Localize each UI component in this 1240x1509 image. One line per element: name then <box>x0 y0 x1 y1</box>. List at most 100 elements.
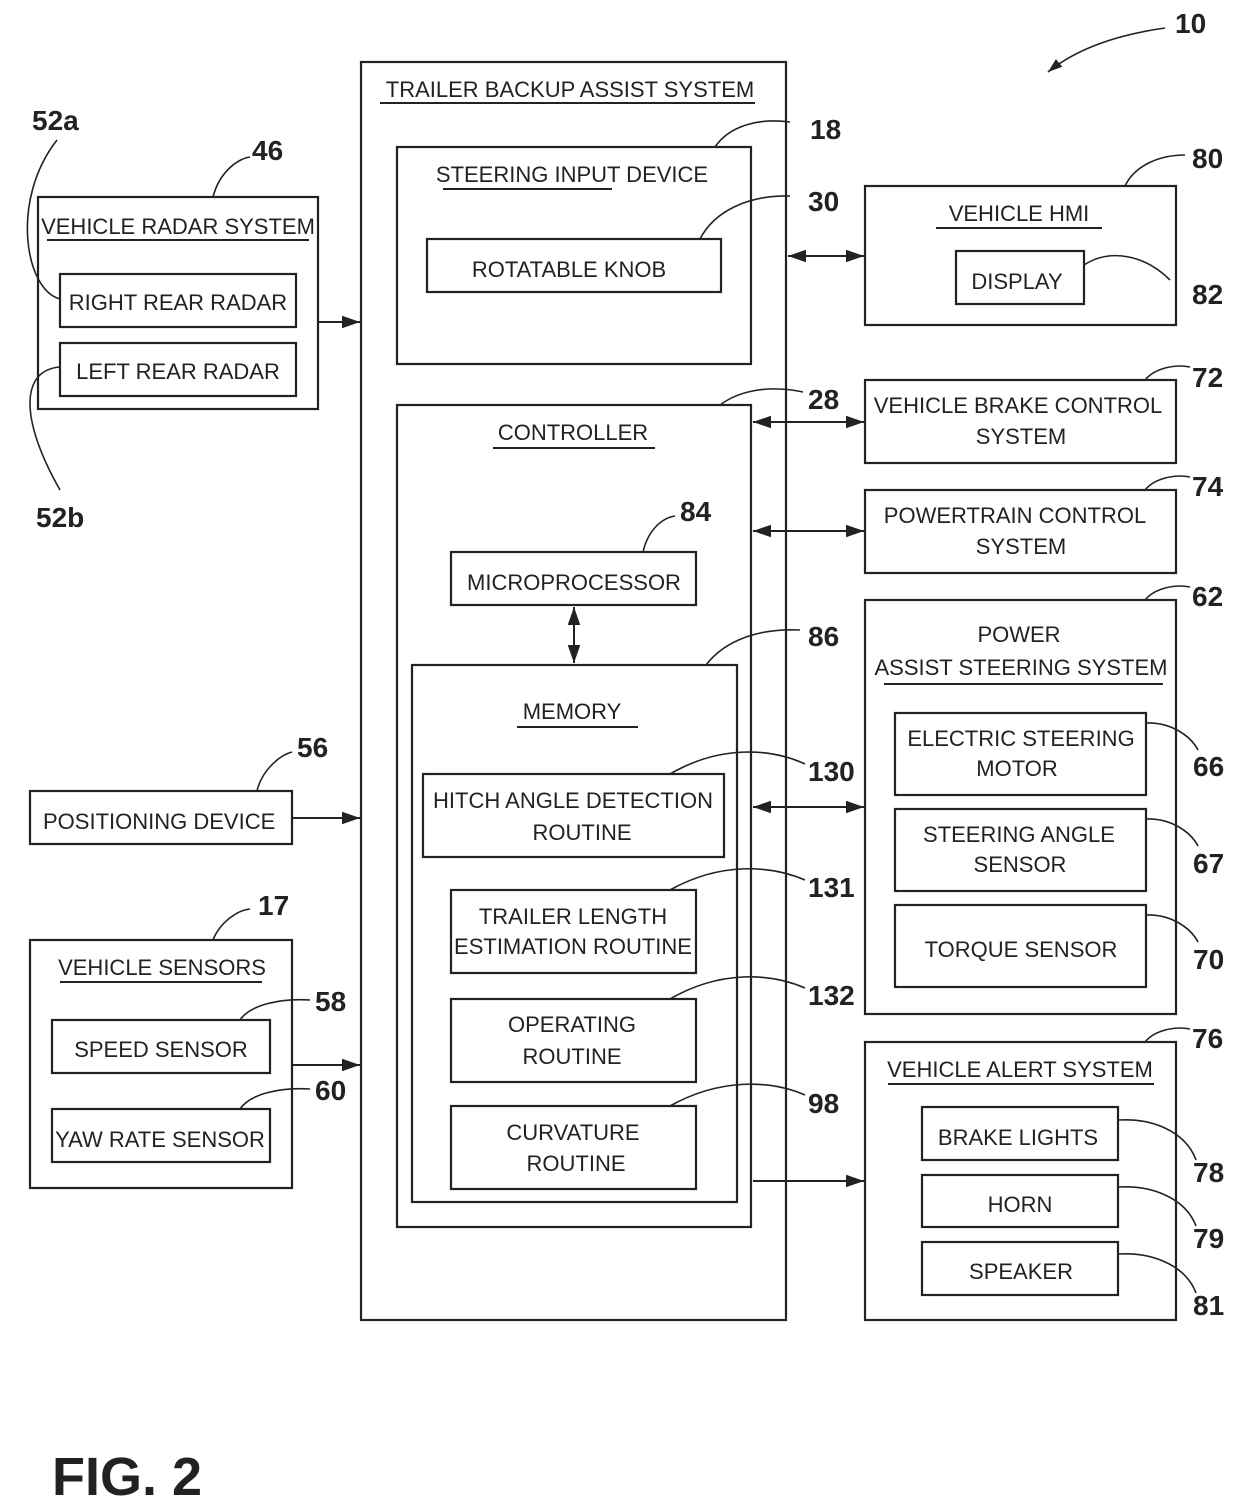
micro-ref: 84 <box>680 496 712 527</box>
angle-leader <box>1145 818 1199 847</box>
controller-leader <box>719 388 804 406</box>
motor-line1: ELECTRIC STEERING <box>907 726 1134 751</box>
torque-leader <box>1145 914 1199 943</box>
controller-box <box>395 403 753 1229</box>
speaker-label: SPEAKER <box>969 1259 1073 1284</box>
vehicle-sensors-title: VEHICLE SENSORS <box>58 955 266 980</box>
left-radar-leader <box>29 366 61 491</box>
brake-leader <box>1144 365 1191 381</box>
operating-line2: ROUTINE <box>523 1044 622 1069</box>
curvature-ref: 98 <box>808 1088 839 1119</box>
system-reference: 10 <box>1047 8 1206 73</box>
alert-title: VEHICLE ALERT SYSTEM <box>887 1057 1153 1082</box>
hmi-leader <box>1124 154 1186 187</box>
powertrain-leader <box>1144 475 1191 491</box>
brake-control-block: VEHICLE BRAKE CONTROL SYSTEM 72 <box>863 362 1223 465</box>
horn-ref: 79 <box>1193 1223 1224 1254</box>
brake-line1: VEHICLE BRAKE CONTROL <box>874 393 1163 418</box>
hitch-line2: ROUTINE <box>533 820 632 845</box>
knob-ref: 30 <box>808 186 839 217</box>
micro-leader <box>642 515 676 553</box>
powertrain-line1: POWERTRAIN CONTROL <box>884 503 1146 528</box>
power-assist-steering-block: POWER ASSIST STEERING SYSTEM 62 ELECTRIC… <box>863 581 1224 1016</box>
yaw-ref: 60 <box>315 1075 346 1106</box>
positioning-leader <box>256 751 293 792</box>
torque-ref: 70 <box>1193 944 1224 975</box>
powertrain-line2: SYSTEM <box>976 534 1066 559</box>
steering-input-leader <box>714 120 791 148</box>
vehicle-hmi-block: VEHICLE HMI 80 DISPLAY 82 <box>863 143 1223 327</box>
lights-ref: 78 <box>1193 1157 1224 1188</box>
speed-ref: 58 <box>315 986 346 1017</box>
angle-line2: SENSOR <box>974 852 1067 877</box>
right-radar-ref: 52a <box>32 105 79 136</box>
steering-leader <box>1144 585 1191 601</box>
knob-leader <box>699 195 791 240</box>
curvature-line2: ROUTINE <box>527 1151 626 1176</box>
hitch-line1: HITCH ANGLE DETECTION <box>433 788 713 813</box>
yaw-leader <box>239 1087 311 1110</box>
alert-ref: 76 <box>1192 1023 1223 1054</box>
positioning-ref: 56 <box>297 732 328 763</box>
speed-leader <box>239 998 311 1021</box>
steering-line1: POWER <box>977 622 1060 647</box>
vehicle-alert-system-block: VEHICLE ALERT SYSTEM 76 BRAKE LIGHTS 78 … <box>863 1023 1224 1322</box>
sensors-ref: 17 <box>258 890 289 921</box>
motor-leader <box>1145 722 1199 751</box>
operating-ref: 132 <box>808 980 855 1011</box>
speaker-leader <box>1117 1253 1197 1294</box>
hitch-ref: 130 <box>808 756 855 787</box>
positioning-device-block: POSITIONING DEVICE 56 <box>28 732 360 846</box>
system-arrow-icon <box>1047 27 1166 73</box>
trailer-line1: TRAILER LENGTH <box>479 904 667 929</box>
display-leader <box>1083 254 1171 281</box>
system-ref-number: 10 <box>1175 8 1206 39</box>
trailer-backup-assist-block: TRAILER BACKUP ASSIST SYSTEM STEERING IN… <box>359 60 855 1322</box>
controller-title: CONTROLLER <box>498 420 648 445</box>
hmi-ref: 80 <box>1192 143 1223 174</box>
brake-lights-label: BRAKE LIGHTS <box>938 1125 1098 1150</box>
horn-leader <box>1117 1186 1197 1227</box>
radar-system-title: VEHICLE RADAR SYSTEM <box>41 214 315 239</box>
block-diagram: 10 VEHICLE RADAR SYSTEM 46 RIGHT REAR RA… <box>26 8 1224 1507</box>
angle-ref: 67 <box>1193 848 1224 879</box>
right-rear-radar-label: RIGHT REAR RADAR <box>69 290 287 315</box>
angle-line1: STEERING ANGLE <box>923 822 1115 847</box>
display-ref: 82 <box>1192 279 1223 310</box>
powertrain-control-block: POWERTRAIN CONTROL SYSTEM 74 <box>863 471 1224 575</box>
radar-ref: 46 <box>252 135 283 166</box>
sensors-leader <box>212 908 251 941</box>
steering-input-ref: 18 <box>810 114 841 145</box>
radar-leader <box>212 156 251 198</box>
trailer-ref: 131 <box>808 872 855 903</box>
trailer-length-routine-box <box>449 888 698 975</box>
rotatable-knob-label: ROTATABLE KNOB <box>472 257 666 282</box>
steering-ref: 62 <box>1192 581 1223 612</box>
speed-sensor-label: SPEED SENSOR <box>74 1037 248 1062</box>
memory-ref: 86 <box>808 621 839 652</box>
torque-label: TORQUE SENSOR <box>925 937 1118 962</box>
controller-ref: 28 <box>808 384 839 415</box>
microprocessor-label: MICROPROCESSOR <box>467 570 681 595</box>
brake-line2: SYSTEM <box>976 424 1066 449</box>
yaw-rate-sensor-label: YAW RATE SENSOR <box>55 1127 265 1152</box>
alert-leader <box>1144 1027 1191 1043</box>
memory-title: MEMORY <box>523 699 622 724</box>
steering-line2: ASSIST STEERING SYSTEM <box>875 655 1168 680</box>
figure-caption: FIG. 2 <box>52 1447 202 1507</box>
operating-line1: OPERATING <box>508 1012 636 1037</box>
speaker-ref: 81 <box>1193 1290 1224 1321</box>
brake-ref: 72 <box>1192 362 1223 393</box>
powertrain-ref: 74 <box>1192 471 1224 502</box>
display-label: DISPLAY <box>971 269 1063 294</box>
left-rear-radar-label: LEFT REAR RADAR <box>76 359 280 384</box>
tba-title: TRAILER BACKUP ASSIST SYSTEM <box>386 77 754 102</box>
left-radar-ref: 52b <box>36 502 84 533</box>
motor-line2: MOTOR <box>976 756 1057 781</box>
vehicle-radar-system-block: VEHICLE RADAR SYSTEM 46 RIGHT REAR RADAR… <box>26 105 360 533</box>
lights-leader <box>1117 1119 1197 1161</box>
curvature-line1: CURVATURE <box>506 1120 639 1145</box>
hmi-title: VEHICLE HMI <box>949 201 1090 226</box>
horn-label: HORN <box>988 1192 1053 1217</box>
trailer-line2: ESTIMATION ROUTINE <box>454 934 692 959</box>
